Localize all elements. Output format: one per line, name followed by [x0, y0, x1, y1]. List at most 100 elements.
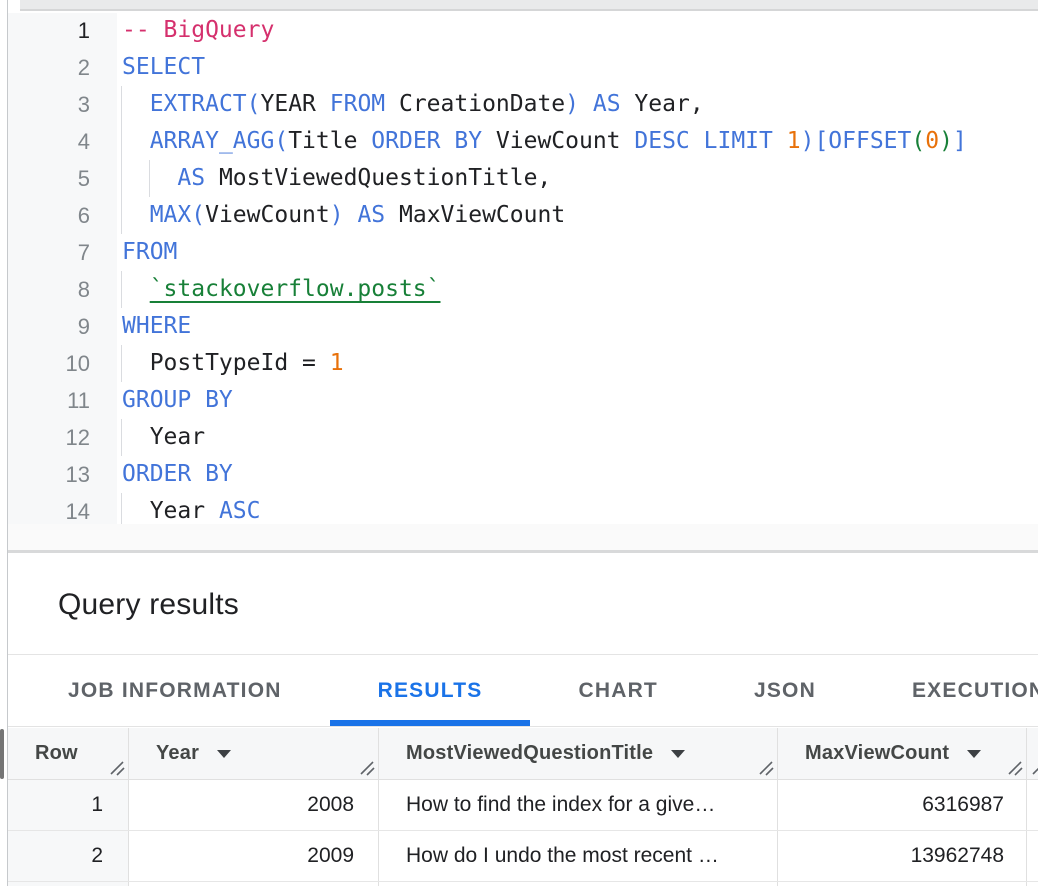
code-token: ARRAY_AGG: [150, 128, 275, 154]
code-token: [122, 128, 150, 154]
code-text: GROUP BY: [122, 382, 233, 419]
code-token: )[: [801, 128, 829, 154]
code-token: 0: [925, 128, 939, 154]
year-cell: [129, 882, 379, 886]
table-reference-link[interactable]: `stackoverflow.posts`: [150, 276, 441, 302]
line-number: 6: [8, 197, 90, 234]
tab-execution-details[interactable]: EXECUTION DETAILS: [864, 656, 1038, 726]
clipped-cell: [1027, 831, 1038, 881]
line-number: 13: [8, 456, 90, 493]
tab-results[interactable]: RESULTS: [330, 656, 531, 726]
code-token: MaxViewCount: [385, 202, 565, 228]
code-token: PostTypeId =: [122, 350, 330, 376]
line-number: 1: [8, 12, 90, 49]
code-line[interactable]: 1 -- BigQuery: [0, 12, 1038, 49]
column-header-year[interactable]: Year: [129, 728, 379, 779]
code-line[interactable]: 11GROUP BY: [0, 382, 1038, 419]
column-resize-handle[interactable]: [1031, 760, 1038, 776]
code-token: (: [247, 91, 261, 117]
code-token: Year: [122, 498, 219, 524]
code-text: PostTypeId = 1: [122, 345, 344, 382]
code-line[interactable]: 13 ORDER BY: [0, 456, 1038, 493]
row-number-cell: 2: [8, 831, 129, 881]
column-header-row[interactable]: Row: [8, 728, 129, 779]
table-row-partial: [8, 882, 1038, 886]
bigquery-console: 1 -- BigQuery 2SELECT3 EXTRACT(YEAR FROM C…: [0, 0, 1038, 886]
code-token: 1: [330, 350, 344, 376]
row-number-cell: 1: [8, 780, 129, 830]
tab-job-information[interactable]: JOB INFORMATION: [20, 656, 330, 726]
code-token: ViewCount: [205, 202, 330, 228]
line-number: 8: [8, 271, 90, 308]
code-token: Year: [122, 424, 205, 450]
code-token: (: [911, 128, 925, 154]
results-table: Row Year MostViewedQuestionTitle: [8, 728, 1038, 886]
year-cell: 2008: [129, 780, 379, 830]
code-text: MAX(ViewCount) AS MaxViewCount: [122, 197, 565, 234]
code-token: [122, 165, 177, 191]
sort-dropdown-icon[interactable]: [967, 750, 981, 758]
code-token: [122, 276, 150, 302]
code-token: ): [939, 128, 953, 154]
clipped-cell: [1027, 882, 1038, 886]
clipped-cell: [1027, 780, 1038, 830]
code-token: AS: [593, 91, 621, 117]
maxviewcount-cell: 13962748: [778, 831, 1027, 881]
code-token: FROM: [122, 239, 177, 265]
line-number: 12: [8, 419, 90, 456]
column-header-clipped[interactable]: [1027, 728, 1038, 779]
code-line[interactable]: 6 MAX(ViewCount) AS MaxViewCount: [0, 197, 1038, 234]
sort-dropdown-icon[interactable]: [217, 750, 231, 758]
editor-top-scrollbar-track[interactable]: [20, 0, 1038, 11]
results-scrollbar-thumb[interactable]: [0, 729, 4, 779]
code-text: EXTRACT(YEAR FROM CreationDate) AS Year,: [122, 86, 704, 123]
table-row: 1 2008 How to find the index for a give……: [8, 780, 1038, 831]
column-header-mostviewedquestiontitle[interactable]: MostViewedQuestionTitle: [379, 728, 778, 779]
code-token: MAX: [150, 202, 192, 228]
code-line[interactable]: 8 `stackoverflow.posts`: [0, 271, 1038, 308]
code-token: ORDER BY: [122, 461, 233, 487]
code-token: (: [191, 202, 205, 228]
code-line[interactable]: 9WHERE: [0, 308, 1038, 345]
code-token: DESC LIMIT: [634, 128, 772, 154]
row-number-cell: [8, 882, 129, 886]
column-resize-handle[interactable]: [758, 760, 774, 776]
editor-bottom-strip: [8, 524, 1038, 553]
code-token: Title: [288, 128, 371, 154]
line-number: 7: [8, 234, 90, 271]
code-token: ASC: [219, 498, 261, 524]
column-resize-handle[interactable]: [109, 760, 125, 776]
table-header-row: Row Year MostViewedQuestionTitle: [8, 728, 1038, 780]
sort-dropdown-icon[interactable]: [671, 750, 685, 758]
code-token: [579, 91, 593, 117]
code-token: AS: [357, 202, 385, 228]
line-number: 9: [8, 308, 90, 345]
code-line[interactable]: 12 Year: [0, 419, 1038, 456]
code-token: ): [330, 202, 344, 228]
code-line[interactable]: 10 PostTypeId = 1: [0, 345, 1038, 382]
code-text: -- BigQuery: [122, 12, 274, 49]
code-line[interactable]: 7 FROM: [0, 234, 1038, 271]
code-token: [773, 128, 787, 154]
code-token: ORDER BY: [371, 128, 482, 154]
code-token: CreationDate: [385, 91, 565, 117]
table-row: 2 2009 How do I undo the most recent … 1…: [8, 831, 1038, 882]
code-line[interactable]: 5 AS MostViewedQuestionTitle,: [0, 160, 1038, 197]
code-token: YEAR: [261, 91, 330, 117]
sql-code-editor[interactable]: 1 -- BigQuery 2SELECT3 EXTRACT(YEAR FROM C…: [0, 12, 1038, 530]
code-line[interactable]: 4 ARRAY_AGG(Title ORDER BY ViewCount DES…: [0, 123, 1038, 160]
column-resize-handle[interactable]: [1007, 760, 1023, 776]
column-resize-handle[interactable]: [359, 760, 375, 776]
code-token: OFFSET: [828, 128, 911, 154]
code-token: -- BigQuery: [122, 17, 274, 43]
query-results-header: Query results: [8, 556, 1038, 655]
code-text: FROM: [122, 234, 177, 271]
code-line[interactable]: 3 EXTRACT(YEAR FROM CreationDate) AS Yea…: [0, 86, 1038, 123]
tab-json[interactable]: JSON: [706, 656, 864, 726]
column-header-maxviewcount[interactable]: MaxViewCount: [778, 728, 1027, 779]
code-text: ARRAY_AGG(Title ORDER BY ViewCount DESC …: [122, 123, 967, 160]
line-number: 5: [8, 160, 90, 197]
maxviewcount-cell: 6316987: [778, 780, 1027, 830]
code-line[interactable]: 2SELECT: [0, 49, 1038, 86]
tab-chart[interactable]: CHART: [530, 656, 706, 726]
